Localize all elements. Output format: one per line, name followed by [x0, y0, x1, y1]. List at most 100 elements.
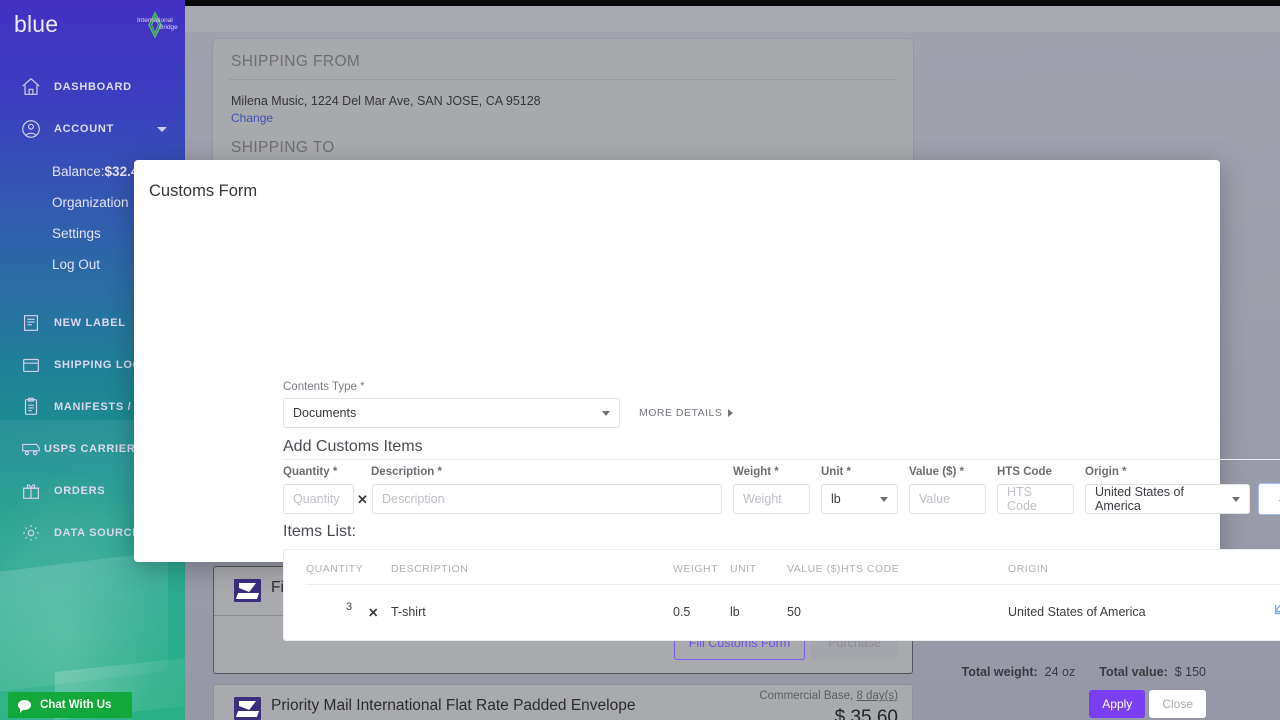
gift-icon [20, 480, 54, 502]
column-header-value: VALUE ($) [787, 563, 841, 575]
chat-bubble-icon [18, 700, 31, 713]
sidebar-item-label: ORDERS [54, 485, 106, 497]
multiply-separator-icon: ✕ [357, 492, 368, 507]
unit-select[interactable]: lb [821, 484, 898, 514]
change-address-link[interactable]: Change [213, 108, 291, 125]
description-input[interactable]: Description [372, 484, 722, 514]
origin-label: Origin * [1085, 466, 1127, 478]
column-header-description: DESCRIPTION [391, 563, 469, 575]
more-details-label: MORE DETAILS [639, 407, 723, 419]
app-root: blue International Bridge DASHBOARD ACCO… [0, 0, 1280, 720]
rate-price: $ 35.60 [834, 707, 898, 720]
chat-widget-label: Chat With Us [40, 699, 112, 711]
truck-icon [20, 438, 44, 460]
quantity-label: Quantity * [283, 466, 338, 478]
sidebar-item-dashboard[interactable]: DASHBOARD [0, 66, 185, 108]
rate-meta-prefix: Commercial Base, [759, 690, 857, 702]
weight-label: Weight * [733, 466, 779, 478]
edit-icon[interactable] [1269, 597, 1280, 619]
items-list-heading: Items List: [283, 523, 356, 540]
weight-input[interactable]: Weight [733, 484, 810, 514]
chevron-down-icon[interactable] [157, 127, 167, 132]
sidebar-item-label: SHIPPING LOG [54, 359, 142, 371]
contents-type-label: Contents Type * [283, 381, 365, 393]
table-row[interactable]: 3 ✕ T-shirt 0.5 lb 50 United States of A… [284, 585, 1280, 641]
total-weight-label: Total weight: [961, 665, 1038, 679]
rate-service-name: Priority Mail International Flat Rate Pa… [271, 697, 636, 714]
cell-value: 50 [787, 605, 801, 619]
svg-text:International: International [137, 17, 173, 24]
origin-select[interactable]: United States of America [1085, 484, 1250, 514]
sidebar-item-label: ACCOUNT [54, 123, 114, 135]
svg-text:Bridge: Bridge [159, 24, 178, 31]
usps-eagle-icon [234, 579, 261, 602]
modal-action-buttons: Apply Close [1089, 690, 1206, 718]
quantity-placeholder: Quantity [293, 492, 340, 506]
shipping-from-title: SHIPPING FROM [231, 53, 361, 70]
hts-code-label: HTS Code [997, 466, 1052, 478]
total-value-label: Total value: [1099, 665, 1168, 679]
multiply-separator-icon: ✕ [368, 606, 379, 620]
usps-eagle-icon [234, 697, 261, 720]
contents-type-select[interactable]: Documents [283, 398, 620, 428]
hts-code-placeholder: HTS Code [1007, 485, 1037, 513]
column-header-unit: UNIT [730, 563, 757, 575]
value-placeholder: Value [919, 492, 951, 506]
cell-quantity: 3 [346, 601, 353, 613]
unit-value: lb [831, 492, 841, 506]
column-header-weight: WEIGHT [673, 563, 718, 575]
divider [283, 459, 1280, 460]
label-icon [20, 312, 54, 334]
clipboard-icon [20, 396, 54, 418]
table-header-row: QUANTITY DESCRIPTION WEIGHT UNIT VALUE (… [284, 550, 1280, 584]
home-icon [20, 76, 54, 98]
items-list-table: QUANTITY DESCRIPTION WEIGHT UNIT VALUE (… [283, 549, 1280, 641]
international-bridge-logo-icon: International Bridge [127, 9, 185, 41]
column-header-origin: ORIGIN [1008, 563, 1049, 575]
description-placeholder: Description [382, 492, 445, 506]
unit-label: Unit * [821, 466, 852, 478]
chevron-down-icon [602, 411, 610, 416]
add-customs-items-heading: Add Customs Items [283, 438, 423, 455]
hts-code-input[interactable]: HTS Code [997, 484, 1074, 514]
contents-type-value: Documents [293, 406, 357, 420]
close-button[interactable]: Close [1149, 690, 1206, 718]
account-icon [20, 118, 54, 140]
add-item-button[interactable]: ＋ Add [1258, 483, 1280, 515]
total-weight: Total weight: 24 oz [962, 665, 1076, 679]
totals-row: Total weight: 24 oz Total value: $ 150 [962, 665, 1206, 679]
quantity-input[interactable]: Quantity [283, 484, 354, 514]
apply-button[interactable]: Apply [1089, 690, 1146, 718]
cell-weight: 0.5 [673, 605, 691, 619]
chevron-down-icon [1232, 497, 1240, 502]
sidebar-item-label: DASHBOARD [54, 81, 132, 93]
rate-meta: Commercial Base, 8 day(s) [759, 690, 898, 702]
weight-placeholder: Weight [743, 492, 782, 506]
description-label: Description * [371, 466, 442, 478]
total-weight-value: 24 oz [1044, 665, 1076, 679]
rate-meta-days: 8 day(s) [856, 690, 898, 702]
sidebar-item-label: NEW LABEL [54, 317, 126, 329]
chat-with-us-widget[interactable]: Chat With Us [8, 692, 132, 718]
rate-card-priority-mail[interactable]: Priority Mail International Flat Rate Pa… [213, 684, 913, 720]
cell-origin: United States of America [1008, 605, 1146, 619]
sidebar-item-account[interactable]: ACCOUNT [0, 108, 185, 150]
brand-row: blue International Bridge [0, 0, 185, 48]
box-icon [20, 354, 54, 376]
customs-form-modal: Customs Form Contents Type * Documents M… [134, 160, 1280, 718]
cell-unit: lb [730, 605, 740, 619]
value-label: Value ($) * [909, 466, 964, 478]
total-value-value: $ 150 [1174, 665, 1206, 679]
cell-description: T-shirt [391, 605, 426, 619]
sidebar-nav-top: DASHBOARD ACCOUNT [0, 66, 185, 150]
total-value: Total value: $ 150 [1099, 665, 1206, 679]
chevron-down-icon [880, 497, 888, 502]
column-header-quantity: QUANTITY [306, 563, 364, 575]
more-details-toggle[interactable]: MORE DETAILS [639, 407, 734, 419]
gear-icon [20, 522, 54, 544]
value-input[interactable]: Value [909, 484, 986, 514]
shipping-from-address: Milena Music, 1224 Del Mar Ave, SAN JOSE… [231, 94, 541, 108]
rate-card-header: Priority Mail International Flat Rate Pa… [214, 685, 912, 720]
brand-logo[interactable]: blue [14, 11, 58, 38]
origin-value: United States of America [1095, 485, 1184, 513]
